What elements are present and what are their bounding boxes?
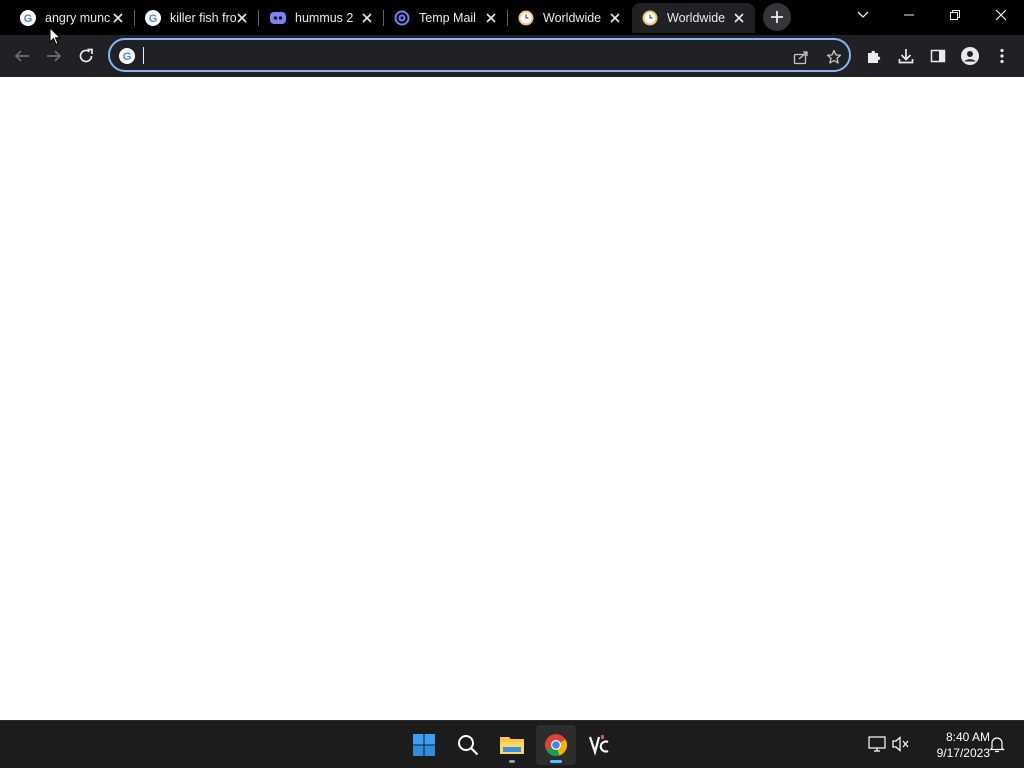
tab-hummus-2[interactable]: hummus 2 — [260, 3, 383, 33]
minimize-icon — [904, 14, 914, 16]
app-icon — [588, 735, 609, 756]
tab-angry-munc[interactable]: G angry munc — [10, 3, 134, 33]
close-tab-icon[interactable] — [607, 10, 623, 26]
menu-button[interactable] — [986, 40, 1018, 72]
clock-date: 9/17/2023 — [936, 746, 990, 760]
side-panel-icon — [930, 49, 946, 63]
address-bar[interactable]: G — [108, 38, 851, 72]
text-caret — [143, 47, 144, 64]
restore-icon — [950, 10, 960, 20]
bell-icon — [989, 737, 1005, 753]
clock-time: 8:40 AM — [945, 730, 990, 744]
svg-text:G: G — [149, 13, 158, 25]
puzzle-icon — [868, 50, 881, 63]
file-explorer-icon — [500, 737, 524, 754]
star-icon — [826, 49, 842, 64]
close-tab-icon[interactable] — [110, 10, 126, 26]
close-icon — [995, 9, 1007, 21]
google-icon: G — [20, 10, 36, 26]
chevron-down-icon — [857, 11, 869, 18]
google-icon: G — [145, 10, 161, 26]
tab-killer-fish[interactable]: G killer fish fro — [135, 3, 258, 33]
system-clock[interactable]: 8:40 AM 9/17/2023 — [916, 729, 990, 761]
tab-title: Temp Mail — [419, 11, 476, 25]
side-panel-button[interactable] — [922, 40, 954, 72]
tab-separator — [258, 10, 259, 26]
chrome-icon — [545, 734, 568, 757]
profile-button[interactable] — [954, 40, 986, 72]
kebab-menu-icon — [1000, 48, 1004, 64]
page-content — [0, 77, 1024, 720]
google-icon: G — [119, 48, 135, 64]
tab-title: hummus 2 — [295, 11, 354, 25]
minimize-button[interactable] — [886, 0, 932, 30]
tab-worldwide-1[interactable]: Worldwide — [508, 3, 631, 33]
back-button[interactable] — [6, 40, 38, 72]
reload-button[interactable] — [70, 40, 102, 72]
tab-title: killer fish fro — [170, 11, 236, 25]
chrome-button[interactable] — [536, 725, 576, 765]
active-indicator — [550, 760, 562, 763]
arrow-left-icon — [14, 50, 29, 62]
share-icon — [793, 51, 808, 65]
tab-title: Worldwide — [667, 11, 726, 25]
extensions-button[interactable] — [858, 40, 890, 72]
download-icon — [898, 49, 914, 64]
display-tray-icon[interactable] — [866, 733, 888, 755]
reload-icon — [79, 48, 93, 63]
monitor-icon — [868, 736, 886, 752]
at-sign-icon — [394, 10, 410, 26]
close-tab-icon[interactable] — [483, 10, 499, 26]
close-window-button[interactable] — [978, 0, 1024, 30]
tab-title: Worldwide — [543, 11, 602, 25]
svg-text:G: G — [24, 13, 33, 25]
taskbar-search-button[interactable] — [448, 725, 488, 765]
close-tab-icon[interactable] — [731, 10, 747, 26]
browser-toolbar: G — [0, 35, 1024, 77]
taskbar: 8:40 AM 9/17/2023 — [0, 720, 1024, 768]
running-indicator — [509, 760, 515, 763]
bookmark-button[interactable] — [823, 46, 845, 68]
tab-title: angry munc — [45, 11, 111, 25]
tab-temp-mail[interactable]: Temp Mail — [384, 3, 507, 33]
restore-button[interactable] — [932, 0, 978, 30]
search-icon — [458, 735, 479, 756]
discord-icon — [270, 10, 286, 26]
windows-start-icon — [413, 734, 435, 756]
file-explorer-button[interactable] — [492, 725, 532, 765]
plus-icon — [771, 11, 783, 23]
clock-icon — [518, 10, 534, 26]
start-button[interactable] — [404, 725, 444, 765]
share-button[interactable] — [790, 46, 812, 68]
pinned-app-button[interactable] — [580, 725, 620, 765]
svg-text:G: G — [123, 51, 132, 63]
close-tab-icon[interactable] — [359, 10, 375, 26]
mouse-cursor-icon — [49, 27, 61, 46]
profile-icon — [961, 47, 979, 65]
volume-muted-icon — [892, 736, 909, 752]
tab-worldwide-2-active[interactable]: Worldwide — [632, 3, 755, 33]
arrow-right-icon — [47, 50, 62, 62]
tab-strip: G angry munc G killer fish fro hummus 2 — [0, 0, 1024, 35]
clock-icon — [642, 10, 658, 26]
tab-search-button[interactable] — [840, 0, 886, 30]
notifications-button[interactable] — [986, 733, 1008, 755]
downloads-button[interactable] — [890, 40, 922, 72]
address-input[interactable] — [142, 45, 742, 65]
volume-tray-icon[interactable] — [890, 733, 912, 755]
close-tab-icon[interactable] — [234, 10, 250, 26]
new-tab-button[interactable] — [763, 3, 791, 31]
